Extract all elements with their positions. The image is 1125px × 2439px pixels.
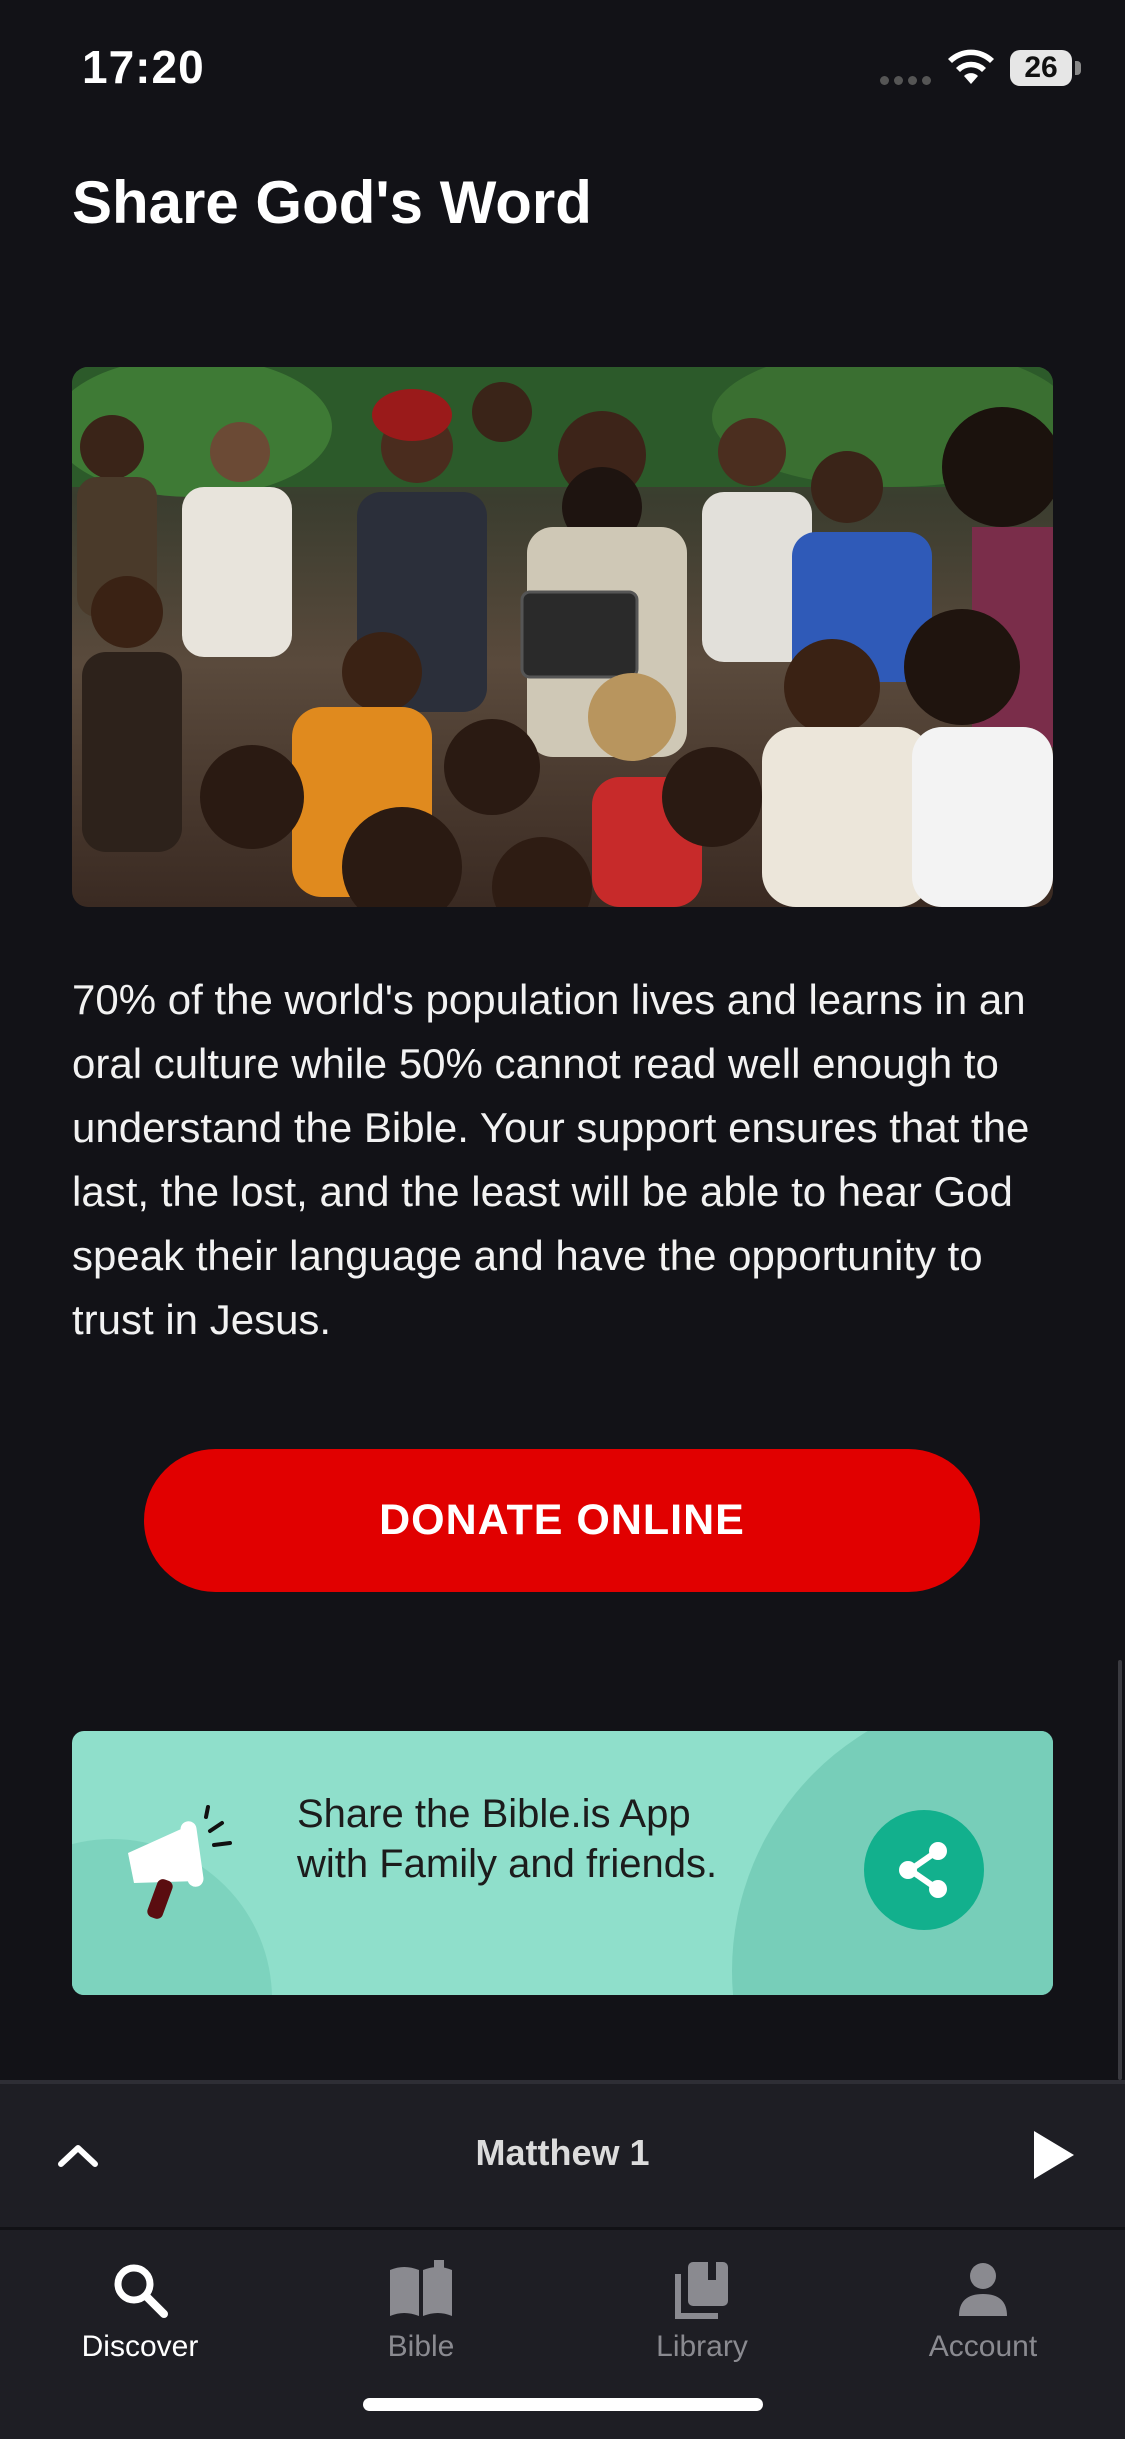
wifi-icon xyxy=(948,49,994,84)
share-button[interactable] xyxy=(864,1810,984,1930)
play-icon[interactable] xyxy=(1030,2129,1076,2181)
scrollbar[interactable] xyxy=(1118,1660,1122,2080)
book-icon xyxy=(390,2260,452,2316)
share-icon xyxy=(899,1842,947,1898)
megaphone-icon xyxy=(128,1805,232,1919)
tab-label: Bible xyxy=(387,2330,455,2363)
share-app-card[interactable]: Share the Bible.is App with Family and f… xyxy=(72,1731,1053,1995)
tab-discover[interactable]: Discover xyxy=(40,2260,240,2364)
tab-label: Account xyxy=(928,2330,1038,2363)
share-app-text: Share the Bible.is App with Family and f… xyxy=(297,1792,718,1886)
status-time: 17:20 xyxy=(82,41,205,93)
search-icon xyxy=(114,2264,168,2318)
person-icon xyxy=(959,2263,1007,2316)
battery-nub xyxy=(1075,61,1081,75)
tab-account[interactable]: Account xyxy=(883,2260,1083,2364)
current-chapter[interactable]: Matthew 1 xyxy=(0,2132,1125,2174)
library-icon xyxy=(675,2262,728,2319)
tab-label: Library xyxy=(656,2330,748,2363)
donate-online-button[interactable]: DONATE ONLINE xyxy=(144,1449,980,1592)
battery-indicator: 26 xyxy=(1010,50,1072,86)
home-indicator[interactable] xyxy=(363,2398,763,2411)
status-bar: 17:20 26 xyxy=(0,0,1125,140)
tab-bible[interactable]: Bible xyxy=(321,2260,521,2364)
cellular-signal-icon xyxy=(880,72,936,90)
tab-library[interactable]: Library xyxy=(602,2260,802,2364)
mission-description: 70% of the world's population lives and … xyxy=(72,976,1030,1343)
tab-label: Discover xyxy=(81,2330,199,2363)
mission-photo xyxy=(72,367,1053,907)
page-title: Share God's Word xyxy=(72,169,592,236)
group-photo-illustration xyxy=(72,367,1053,907)
mini-player[interactable]: Matthew 1 xyxy=(0,2080,1125,2231)
